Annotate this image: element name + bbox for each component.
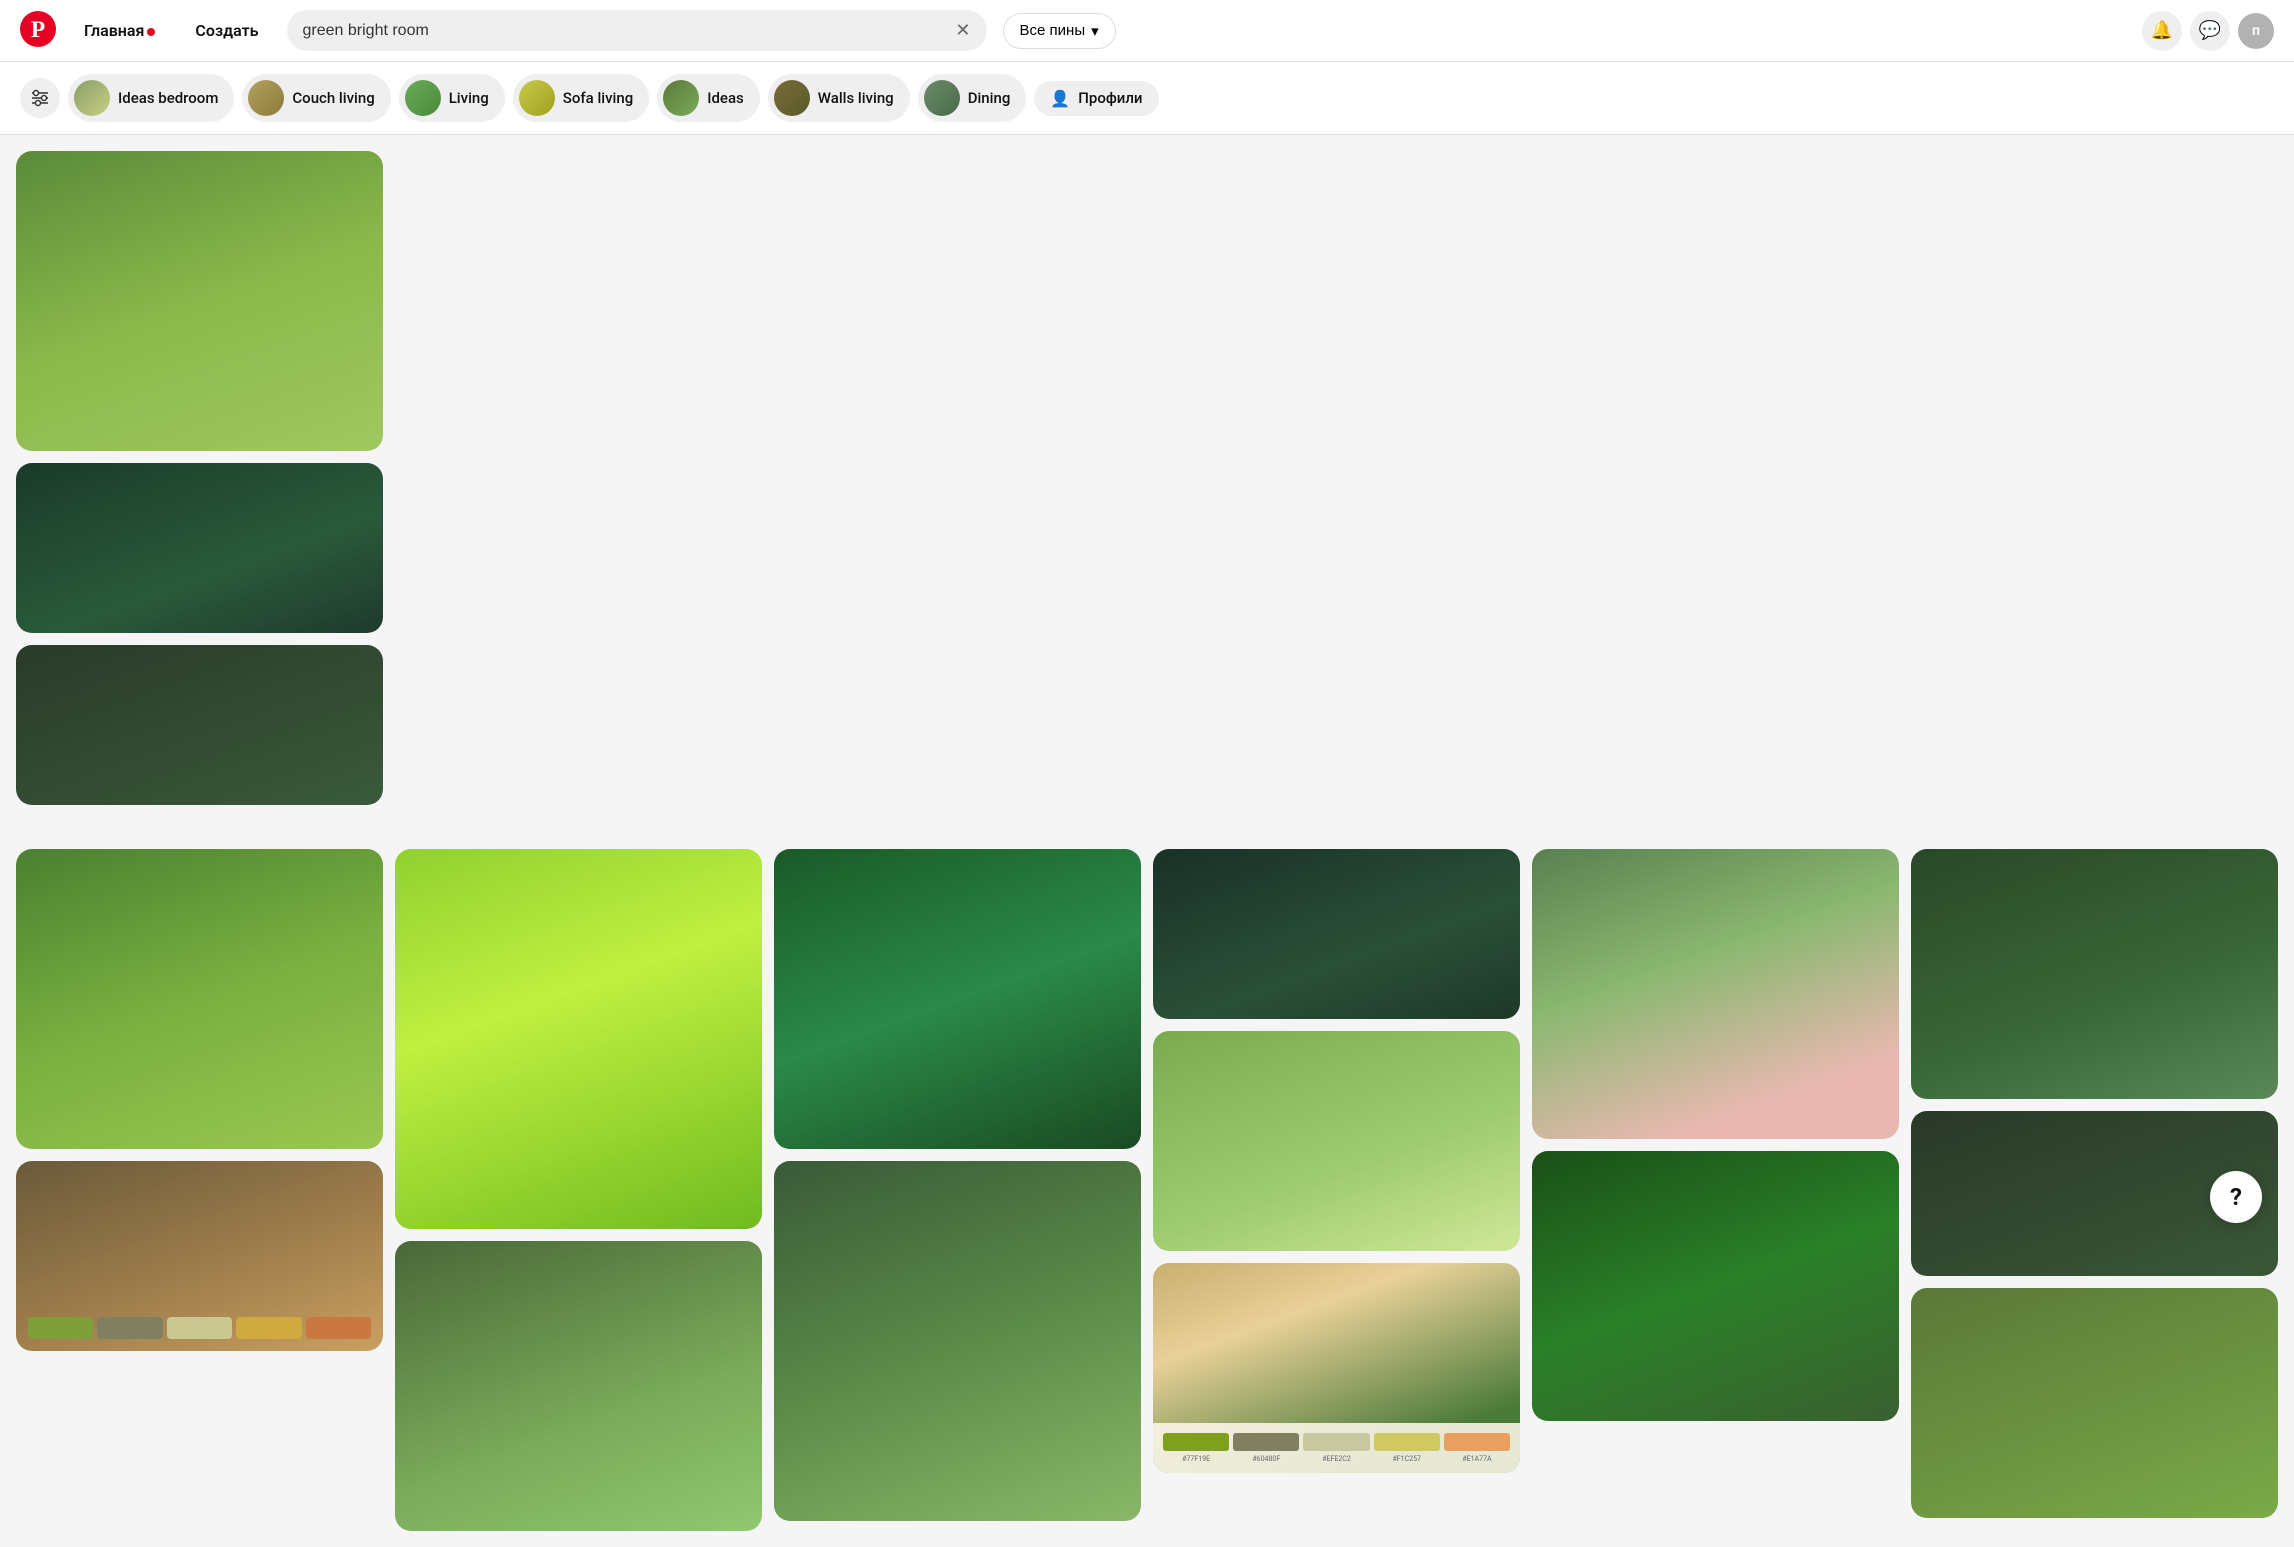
pins-grid: #77F19E #60480F #EFE2C2 #F1C257 #E1A77A xyxy=(0,833,2294,1547)
pin-olive-room-painting[interactable] xyxy=(1911,1288,2278,1518)
pin-dark-bookshelf[interactable] xyxy=(1153,849,1520,1019)
profile-icon: 👤 xyxy=(1050,89,1070,108)
pin-item[interactable] xyxy=(16,151,383,451)
chip-walls-living[interactable]: Walls living xyxy=(768,74,910,122)
pin-light-green-living[interactable] xyxy=(1153,1031,1520,1251)
svg-text:P: P xyxy=(31,16,45,42)
chip-dining[interactable]: Dining xyxy=(918,74,1027,122)
pin-dark-green-formal[interactable] xyxy=(774,849,1141,1149)
filter-all-pins-button[interactable]: Все пины ▾ xyxy=(1003,13,1116,49)
search-bar: ✕ xyxy=(287,10,987,51)
search-clear-icon[interactable]: ✕ xyxy=(955,20,970,41)
pin-lime-room[interactable] xyxy=(395,849,762,1229)
chip-sofa-living[interactable]: Sofa living xyxy=(513,74,649,122)
filter-chips-row: Ideas bedroom Couch living Living Sofa l… xyxy=(0,62,2294,135)
pin-pink-green-boho[interactable] xyxy=(1532,849,1899,1139)
chip-profiles[interactable]: 👤 Профили xyxy=(1034,81,1158,116)
pin-item[interactable] xyxy=(16,463,383,633)
chip-ideas-bedroom[interactable]: Ideas bedroom xyxy=(68,74,234,122)
header: P Главная Создать ✕ Все пины ▾ 🔔 💬 п xyxy=(0,0,2294,62)
pin-item[interactable] xyxy=(16,645,383,805)
nav-create[interactable]: Создать xyxy=(183,13,270,48)
pin-green-sofa-skylight[interactable] xyxy=(395,1241,762,1531)
nav-home[interactable]: Главная xyxy=(72,13,167,48)
pinterest-logo[interactable]: P xyxy=(20,11,56,51)
chip-couch-living[interactable]: Couch living xyxy=(242,74,390,122)
filter-options-icon[interactable] xyxy=(20,78,60,118)
chevron-down-icon: ▾ xyxy=(1091,22,1099,40)
pin-dark-art-wall[interactable] xyxy=(1532,1151,1899,1421)
chip-ideas[interactable]: Ideas xyxy=(657,74,760,122)
pin-color-palette[interactable] xyxy=(16,1161,383,1351)
help-button[interactable]: ? xyxy=(2210,1171,2262,1223)
notification-dot xyxy=(147,28,155,36)
pin-green-room-tall[interactable] xyxy=(16,849,383,1149)
pin-arch-lamp[interactable]: #77F19E #60480F #EFE2C2 #F1C257 #E1A77A xyxy=(1153,1263,1520,1473)
header-icons: 🔔 💬 п xyxy=(2142,11,2274,51)
pin-green-plant-room[interactable] xyxy=(774,1161,1141,1521)
search-input[interactable] xyxy=(303,22,946,40)
chip-living[interactable]: Living xyxy=(399,74,505,122)
masonry-grid xyxy=(0,135,2294,833)
messages-button[interactable]: 💬 xyxy=(2190,11,2230,51)
notifications-button[interactable]: 🔔 xyxy=(2142,11,2182,51)
user-avatar[interactable]: п xyxy=(2238,13,2274,49)
pin-dark-fireplace[interactable] xyxy=(1911,849,2278,1099)
